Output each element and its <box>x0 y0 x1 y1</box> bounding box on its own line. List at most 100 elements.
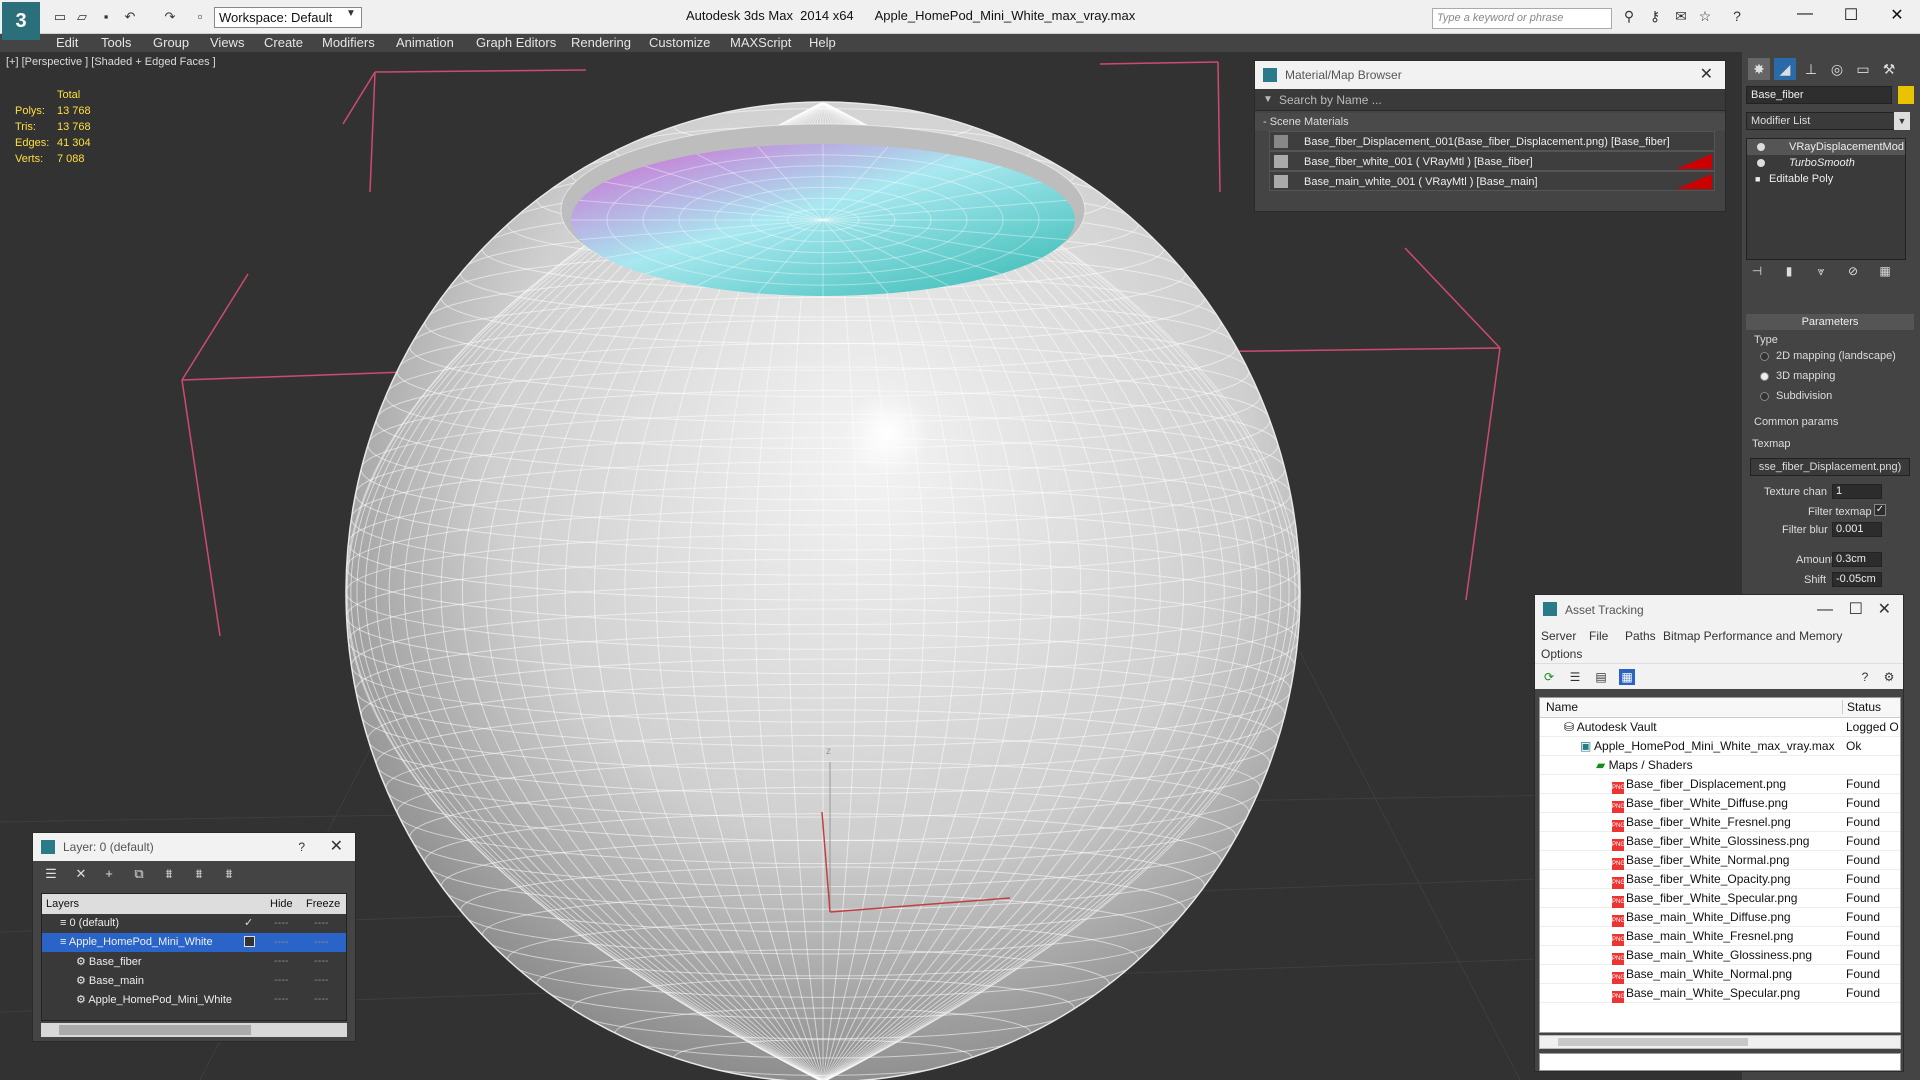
menu-graph-editors[interactable]: Graph Editors <box>476 34 556 52</box>
amount-spinner[interactable]: 0.3cm <box>1832 552 1882 567</box>
app-logo-icon[interactable]: 3 <box>2 2 40 40</box>
delete-layer-icon[interactable]: ✕ <box>71 866 91 884</box>
layer-row[interactable]: ⚙ Base_main ---- ---- <box>42 971 346 990</box>
select-objects-icon[interactable]: ⧉ <box>129 866 149 884</box>
display-tab-icon[interactable]: ▭ <box>1852 58 1874 80</box>
minimize-icon[interactable]: — <box>1790 5 1820 23</box>
radio-subdivision[interactable] <box>1760 392 1769 401</box>
save-file-icon[interactable]: ▪ <box>96 7 116 27</box>
subscription-icon[interactable]: ✉ <box>1670 8 1692 25</box>
layer-row[interactable]: ≡ Apple_HomePod_Mini_White ---- ---- <box>42 933 346 952</box>
menu-bitmap-performance[interactable]: Bitmap Performance and Memory <box>1663 629 1842 643</box>
make-unique-icon[interactable]: ⩔ <box>1810 264 1832 279</box>
hide-all-icon[interactable]: ⩩ <box>189 866 209 884</box>
menu-rendering[interactable]: Rendering <box>571 34 631 52</box>
stack-item[interactable]: ■ Editable Poly <box>1747 171 1905 187</box>
thumbnail-view-icon[interactable]: ▤ <box>1593 669 1609 685</box>
help-icon[interactable]: ? <box>1857 669 1873 685</box>
menu-create[interactable]: Create <box>264 34 303 52</box>
table-row[interactable]: PNGBase_main_White_Fresnel.png Found <box>1540 927 1900 946</box>
column-status[interactable]: Status <box>1842 700 1896 714</box>
table-row[interactable]: PNGBase_fiber_White_Opacity.png Found <box>1540 870 1900 889</box>
new-layer-icon[interactable]: ☰ <box>41 866 61 884</box>
keyword-search-input[interactable]: Type a keyword or phrase <box>1432 8 1612 29</box>
layer-titlebar[interactable]: Layer: 0 (default) ? ✕ <box>33 833 355 861</box>
menu-tools[interactable]: Tools <box>101 34 131 52</box>
chevron-down-icon[interactable]: ▼ <box>1263 89 1273 111</box>
table-row[interactable]: PNGBase_fiber_White_Normal.png Found <box>1540 851 1900 870</box>
object-color-swatch[interactable] <box>1898 86 1914 104</box>
star-icon[interactable]: ☆ <box>1694 8 1716 25</box>
material-item[interactable]: Base_fiber_white_001 ( VRayMtl ) [Base_f… <box>1269 151 1715 171</box>
menu-animation[interactable]: Animation <box>396 34 454 52</box>
table-row[interactable]: PNGBase_fiber_Displacement.png Found <box>1540 775 1900 794</box>
menu-modifiers[interactable]: Modifiers <box>322 34 375 52</box>
add-to-layer-icon[interactable]: + <box>99 866 119 884</box>
freeze-all-icon[interactable]: ⩩ <box>219 866 239 884</box>
modifier-list-dropdown[interactable]: Modifier List <box>1746 112 1906 130</box>
filter-blur-spinner[interactable]: 0.001 <box>1832 522 1882 537</box>
expand-icon[interactable]: ■ <box>1755 171 1760 187</box>
close-icon[interactable]: ✕ <box>1878 595 1891 625</box>
close-icon[interactable]: ✕ <box>330 833 343 861</box>
list-view-icon[interactable]: ☰ <box>1567 669 1583 685</box>
object-name-field[interactable]: Base_fiber <box>1746 86 1892 104</box>
motion-tab-icon[interactable]: ◎ <box>1826 58 1848 80</box>
pin-stack-icon[interactable]: ⊣ <box>1746 264 1768 278</box>
table-row[interactable]: PNGBase_main_White_Diffuse.png Found <box>1540 908 1900 927</box>
menu-paths[interactable]: Paths <box>1625 629 1656 643</box>
stack-item[interactable]: TurboSmooth <box>1747 155 1905 171</box>
remove-modifier-icon[interactable]: ⊘ <box>1842 264 1864 278</box>
menu-help[interactable]: Help <box>809 34 836 52</box>
material-browser-titlebar[interactable]: Material/Map Browser ✕ <box>1255 61 1725 89</box>
menu-server[interactable]: Server <box>1541 629 1576 643</box>
highlight-layer-icon[interactable]: ⩩ <box>159 866 179 884</box>
table-row[interactable]: ⛁ Autodesk Vault Logged O <box>1540 718 1900 737</box>
table-row[interactable]: PNGBase_main_White_Specular.png Found <box>1540 984 1900 1003</box>
parameters-rollout-header[interactable]: Parameters <box>1746 314 1914 330</box>
layer-row[interactable]: ≡ 0 (default) ✓ ---- ---- <box>42 914 346 933</box>
refresh-icon[interactable]: ⟳ <box>1541 669 1557 685</box>
stack-item[interactable]: VRayDisplacementMod <box>1747 139 1905 155</box>
table-view-icon[interactable]: ▦ <box>1619 669 1635 685</box>
menu-file[interactable]: File <box>1589 629 1608 643</box>
lightbulb-icon[interactable] <box>1757 143 1765 151</box>
redo-icon[interactable]: ↷ <box>160 7 180 27</box>
open-file-icon[interactable]: ▱ <box>72 7 92 27</box>
filter-texmap-checkbox[interactable]: ✓ <box>1874 504 1886 516</box>
radio-3d-mapping[interactable] <box>1760 372 1769 381</box>
table-row[interactable]: PNGBase_main_White_Normal.png Found <box>1540 965 1900 984</box>
close-icon[interactable]: ✕ <box>1700 61 1713 89</box>
menu-group[interactable]: Group <box>153 34 189 52</box>
show-end-result-icon[interactable]: ▮ <box>1778 264 1800 278</box>
table-row[interactable]: PNGBase_fiber_White_Specular.png Found <box>1540 889 1900 908</box>
texmap-button[interactable]: sse_fiber_Displacement.png) <box>1750 458 1910 476</box>
project-folder-icon[interactable]: ▫ <box>190 7 210 27</box>
viewport-label[interactable]: [+] [Perspective ] [Shaded + Edged Faces… <box>6 56 216 68</box>
scene-materials-group[interactable]: - Scene Materials <box>1255 113 1725 131</box>
material-item[interactable]: Base_main_white_001 ( VRayMtl ) [Base_ma… <box>1269 171 1715 191</box>
menu-views[interactable]: Views <box>210 34 244 52</box>
material-item[interactable]: Base_fiber_Displacement_001(Base_fiber_D… <box>1269 131 1715 151</box>
utilities-tab-icon[interactable]: ⚒ <box>1878 58 1900 80</box>
maximize-icon[interactable]: ☐ <box>1849 595 1863 625</box>
layer-row[interactable]: ⚙ Apple_HomePod_Mini_White ---- ---- <box>42 990 346 1009</box>
menu-maxscript[interactable]: MAXScript <box>730 34 791 52</box>
chevron-down-icon[interactable]: ▼ <box>346 8 356 19</box>
table-row[interactable]: PNGBase_main_White_Glossiness.png Found <box>1540 946 1900 965</box>
column-hide[interactable]: Hide <box>270 898 293 910</box>
table-row[interactable]: ▰ Maps / Shaders <box>1540 756 1900 775</box>
texture-chan-spinner[interactable]: 1 <box>1832 484 1882 499</box>
table-row[interactable]: PNGBase_fiber_White_Diffuse.png Found <box>1540 794 1900 813</box>
table-row[interactable]: ▣ Apple_HomePod_Mini_White_max_vray.max … <box>1540 737 1900 756</box>
new-file-icon[interactable]: ▭ <box>50 7 70 27</box>
help-icon[interactable]: ? <box>1726 8 1748 24</box>
material-search-input[interactable]: ▼ Search by Name ... <box>1255 89 1725 111</box>
asset-horizontal-scrollbar[interactable] <box>1539 1035 1901 1049</box>
chevron-down-icon[interactable]: ▼ <box>1894 112 1910 130</box>
layer-horizontal-scrollbar[interactable] <box>41 1023 347 1037</box>
undo-icon[interactable]: ↶ <box>120 7 140 27</box>
table-row[interactable]: PNGBase_fiber_White_Glossiness.png Found <box>1540 832 1900 851</box>
configure-sets-icon[interactable]: ▦ <box>1874 264 1896 278</box>
settings-icon[interactable]: ⚙ <box>1881 669 1897 685</box>
